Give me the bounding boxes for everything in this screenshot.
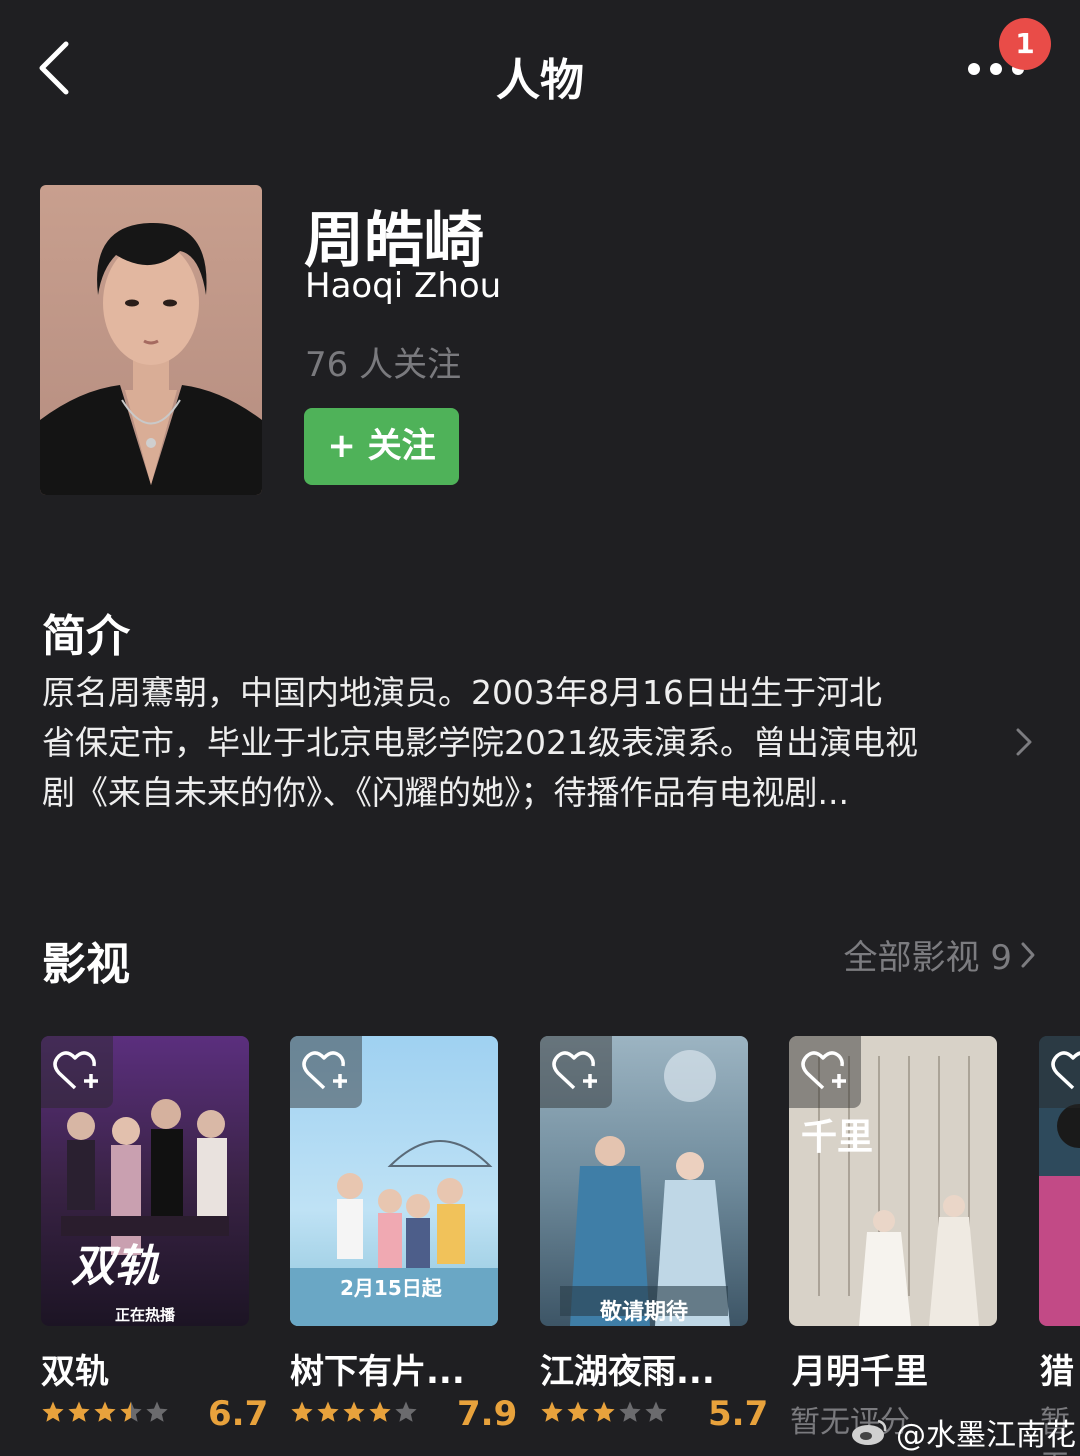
star-filled-icon [567, 1401, 589, 1422]
follower-count: 76 人关注 [305, 345, 462, 385]
star-filled-icon [317, 1401, 339, 1422]
chevron-right-icon[interactable] [1010, 722, 1038, 762]
follow-button[interactable]: + 关注 [304, 408, 459, 485]
poster-label: 敬请期待 [599, 1300, 688, 1325]
favorite-add-icon[interactable] [540, 1036, 612, 1108]
all-works-link[interactable]: 全部影视 9 [844, 930, 1038, 979]
intro-line: 剧《来自未来的你》、《闪耀的她》；待播作品有电视剧... [42, 773, 849, 812]
star-filled-icon [42, 1401, 64, 1422]
work-title[interactable]: 猎 [1040, 1344, 1074, 1393]
star-filled-icon [68, 1401, 90, 1422]
star-filled-icon [369, 1401, 391, 1422]
intro-line: 省保定市，毕业于北京电影学院2021级表演系。曾出演电视 [42, 723, 918, 762]
top-bar: 人物 1 [0, 0, 1080, 140]
person-name-english: Haoqi Zhou [305, 266, 502, 306]
work-card[interactable] [1039, 1036, 1080, 1330]
watermark: @水墨江南花 [850, 1410, 1076, 1454]
star-empty-icon [619, 1401, 641, 1422]
rating-score: 7.9 [457, 1394, 518, 1434]
star-empty-icon [395, 1401, 417, 1422]
work-card[interactable]: 2月15日起 [290, 1036, 498, 1330]
poster-title: 千里 [801, 1116, 874, 1158]
intro-text[interactable]: 原名周鶱朝，中国内地演员。2003年8月16日出生于河北 省保定市，毕业于北京电… [42, 668, 1002, 818]
star-filled-icon [343, 1401, 365, 1422]
work-title[interactable]: 江湖夜雨... [540, 1344, 715, 1393]
works-heading: 影视 [42, 939, 130, 990]
star-rating [290, 1400, 418, 1432]
star-rating [540, 1400, 668, 1432]
star-half-icon [120, 1401, 142, 1422]
work-card[interactable]: 千里 [789, 1036, 997, 1330]
star-filled-icon [593, 1401, 615, 1422]
intro-line: 原名周鶱朝，中国内地演员。2003年8月16日出生于河北 [42, 673, 882, 712]
watermark-text: @水墨江南花 [896, 1418, 1076, 1453]
weibo-icon [852, 1419, 887, 1445]
all-works-label: 全部影视 9 [843, 938, 1012, 978]
intro-heading: 简介 [42, 611, 130, 662]
favorite-add-icon[interactable] [789, 1036, 861, 1108]
star-rating [41, 1400, 169, 1432]
chevron-right-icon [1021, 942, 1035, 967]
poster-label: 2月15日起 [340, 1276, 442, 1300]
favorite-add-icon[interactable] [1039, 1036, 1080, 1108]
work-title[interactable]: 月明千里 [792, 1344, 928, 1393]
favorite-add-icon[interactable] [41, 1036, 113, 1108]
person-page: 人物 1 周皓崎 Haoqi Zhou 76 人关注 + 关注 简介 原名周鶱朝… [0, 0, 1080, 1456]
rating-score: 6.7 [208, 1394, 269, 1434]
avatar [40, 185, 262, 495]
poster-label: 正在热播 [114, 1306, 175, 1324]
work-card[interactable]: 敬请期待 [540, 1036, 748, 1330]
work-title[interactable]: 树下有片... [290, 1344, 465, 1393]
favorite-add-icon[interactable] [290, 1036, 362, 1108]
work-card[interactable]: 双轨 正在热播 [41, 1036, 249, 1330]
work-title[interactable]: 双轨 [41, 1344, 109, 1393]
rating-score: 5.7 [708, 1394, 769, 1434]
star-filled-icon [541, 1401, 563, 1422]
star-empty-icon [146, 1401, 168, 1422]
star-filled-icon [291, 1401, 313, 1422]
star-filled-icon [94, 1401, 116, 1422]
star-empty-icon [645, 1401, 667, 1422]
notification-badge: 1 [999, 18, 1051, 70]
poster-title: 双轨 [71, 1241, 159, 1292]
page-title: 人物 [496, 55, 584, 106]
